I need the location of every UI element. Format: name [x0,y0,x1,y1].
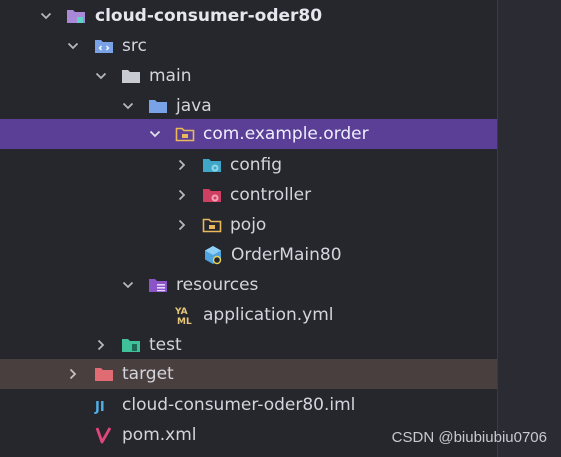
chevron-right-icon[interactable] [67,368,79,380]
java-label: java [176,96,212,116]
chevron-right-icon[interactable] [176,189,188,201]
tree-node-project-root[interactable]: cloud-consumer-oder80 [0,1,497,31]
chevron-right-icon[interactable] [176,219,188,231]
resources-folder-icon [148,275,168,295]
resources-label: resources [176,275,259,295]
controller-label: controller [230,185,312,205]
target-label: target [122,364,174,384]
tree-node-target[interactable]: target [0,359,497,389]
tree-node-pojo[interactable]: pojo [0,210,497,240]
package-icon [202,215,222,235]
project-name-label: cloud-consumer-oder80 [95,6,323,26]
chevron-right-icon[interactable] [95,339,107,351]
test-folder-icon [121,335,141,355]
chevron-down-icon[interactable] [149,128,161,140]
application-yml-label: application.yml [203,305,334,325]
source-folder-icon [94,36,114,56]
package-label: com.example.order [203,124,369,144]
tree-node-application-yml[interactable]: YA ML application.yml [0,300,497,330]
maven-pom-icon [94,425,114,445]
source-root-folder-icon [148,96,168,116]
chevron-down-icon[interactable] [95,70,107,82]
chevron-right-icon[interactable] [176,159,188,171]
tree-node-test[interactable]: test [0,330,497,360]
yaml-file-icon: YA ML [175,305,195,325]
project-tree-panel: cloud-consumer-oder80 src main java com.… [0,0,497,457]
watermark: CSDN @biubiubiu0706 [391,429,547,446]
module-folder-icon [66,6,86,26]
editor-area [498,0,561,457]
chevron-down-icon[interactable] [122,279,134,291]
folder-icon [121,66,141,86]
tree-node-package[interactable]: com.example.order [0,119,497,149]
tree-node-main[interactable]: main [0,61,497,91]
config-label: config [230,155,283,175]
svg-text:JI: JI [94,400,105,415]
src-label: src [122,36,147,56]
pojo-label: pojo [230,215,267,235]
pom-label: pom.xml [122,425,197,445]
tree-node-controller[interactable]: controller [0,180,497,210]
package-icon [175,124,195,144]
chevron-down-icon[interactable] [67,40,79,52]
main-class-label: OrderMain80 [231,245,342,265]
tree-node-iml-file[interactable]: JI cloud-consumer-oder80.iml [0,390,497,420]
tree-node-src[interactable]: src [0,31,497,61]
tree-node-main-class[interactable]: OrderMain80 [0,240,497,270]
main-label: main [149,66,192,86]
chevron-down-icon[interactable] [40,10,52,22]
excluded-folder-icon [94,364,114,384]
tree-node-config[interactable]: config [0,150,497,180]
intellij-module-file-icon: JI [94,395,114,415]
tree-node-resources[interactable]: resources [0,270,497,300]
svg-text:YA: YA [175,307,188,317]
iml-file-label: cloud-consumer-oder80.iml [122,395,356,415]
controller-folder-icon [202,185,222,205]
svg-text:ML: ML [177,317,192,325]
test-label: test [149,335,182,355]
config-folder-icon [202,155,222,175]
tree-node-java[interactable]: java [0,91,497,121]
chevron-down-icon[interactable] [122,100,134,112]
spring-boot-class-icon [203,245,223,265]
